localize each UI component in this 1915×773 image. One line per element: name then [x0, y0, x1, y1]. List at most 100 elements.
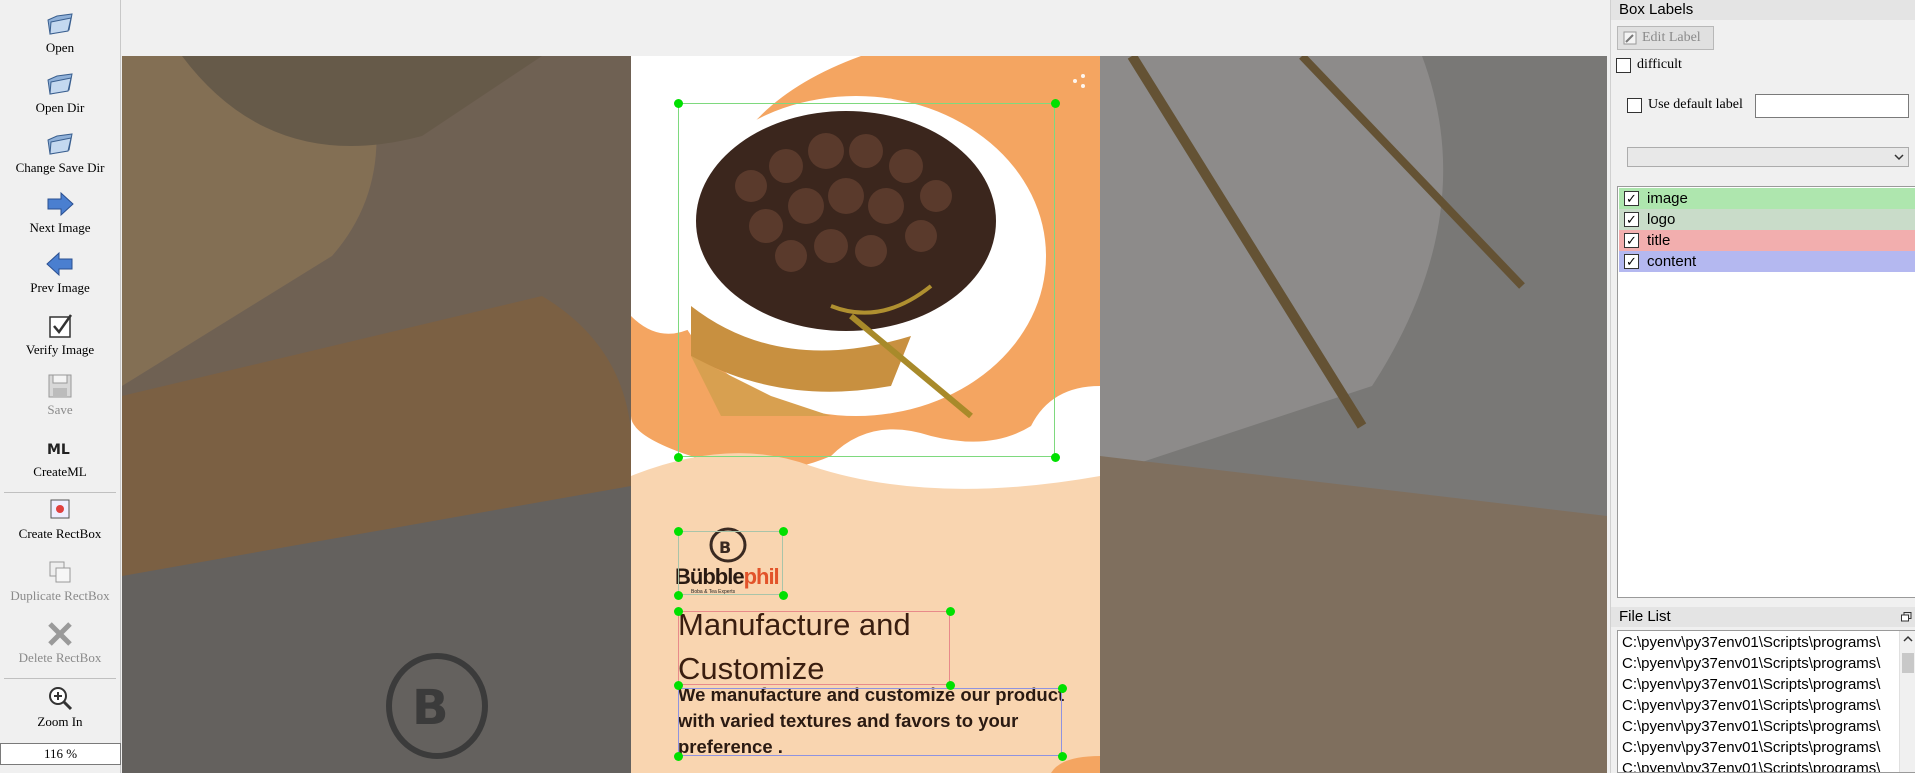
label-row-logo[interactable]: ✓ logo [1619, 209, 1915, 230]
prev-image-label: Prev Image [30, 280, 90, 295]
use-default-label-text: Use default label [1648, 97, 1743, 112]
file-list-item[interactable]: C:\pyenv\py37env01\Scripts\programs\ [1622, 674, 1902, 695]
file-list-item[interactable]: C:\pyenv\py37env01\Scripts\programs\ [1622, 695, 1902, 716]
file-list[interactable]: C:\pyenv\py37env01\Scripts\programs\ C:\… [1617, 630, 1915, 773]
bbox-handle[interactable] [946, 607, 955, 616]
file-list-item[interactable]: C:\pyenv\py37env01\Scripts\programs\ [1622, 758, 1902, 772]
right-dock-panel: Box Labels Edit Label difficult Use defa… [1610, 0, 1915, 773]
bbox-handle[interactable] [946, 681, 955, 690]
image-canvas[interactable]: B B Bübblephil Boba & Tea Experts Manufa… [122, 0, 1607, 773]
bbox-logo[interactable] [678, 531, 783, 595]
check-icon[interactable]: ✓ [1624, 254, 1639, 269]
open-label: Open [45, 40, 75, 55]
delete-rectbox-button[interactable]: Delete RectBox [0, 620, 120, 666]
zoom-in-button[interactable]: Zoom In [0, 684, 120, 730]
create-rectbox-button[interactable]: Create RectBox [0, 496, 120, 542]
label-name: logo [1647, 211, 1676, 228]
arrow-right-icon [47, 191, 74, 217]
open-button[interactable]: Open [0, 10, 120, 56]
createml-format-icon: ML [47, 442, 70, 458]
bbox-handle[interactable] [1051, 453, 1060, 462]
checkbox-verify-icon [49, 314, 73, 338]
zoom-level-spinbox[interactable]: 116 % [0, 743, 121, 765]
bbox-handle[interactable] [1058, 684, 1067, 693]
float-dock-icon[interactable] [1901, 612, 1912, 622]
canvas-dim-overlay [122, 56, 631, 773]
save-button[interactable]: Save [0, 372, 120, 418]
bbox-handle[interactable] [1058, 752, 1067, 761]
next-image-label: Next Image [29, 220, 91, 235]
bbox-handle[interactable] [674, 453, 683, 462]
duplicate-rectbox-button[interactable]: Duplicate RectBox [0, 558, 120, 604]
create-ml-label: CreateML [33, 464, 87, 479]
file-list-scrollbar[interactable] [1899, 631, 1915, 772]
toolbar-divider [4, 678, 116, 679]
chevron-up-icon[interactable] [1903, 635, 1913, 643]
duplicate-rectbox-label: Duplicate RectBox [10, 588, 110, 603]
check-icon[interactable]: ✓ [1624, 212, 1639, 227]
box-label-list[interactable]: ✓ image ✓ logo ✓ title ✓ content [1617, 186, 1915, 598]
folder-icon [47, 73, 73, 95]
bbox-handle[interactable] [674, 591, 683, 600]
verify-image-label: Verify Image [25, 342, 95, 357]
chevron-down-icon [1894, 154, 1904, 161]
label-row-title[interactable]: ✓ title [1619, 230, 1915, 251]
canvas-dim-overlay [1100, 56, 1607, 773]
bbox-handle[interactable] [779, 591, 788, 600]
label-row-content[interactable]: ✓ content [1619, 251, 1915, 272]
folder-open-icon [47, 13, 73, 35]
edit-pencil-icon [1623, 31, 1637, 45]
zoom-in-label: Zoom In [37, 714, 83, 729]
bbox-image[interactable] [678, 103, 1055, 457]
bbox-handle[interactable] [674, 527, 683, 536]
floppy-disk-icon [48, 374, 72, 398]
create-rectbox-icon [50, 499, 70, 519]
file-list-title: File List [1611, 607, 1915, 627]
left-toolbar: Open Open Dir Change Save Dir Next Image… [0, 0, 121, 773]
svg-text:ML: ML [47, 442, 70, 458]
bbox-title[interactable] [678, 611, 950, 685]
use-default-label-checkbox[interactable] [1627, 98, 1642, 113]
label-combo-box[interactable] [1627, 147, 1909, 167]
change-save-dir-button[interactable]: Change Save Dir [0, 130, 120, 176]
difficult-label: difficult [1637, 57, 1682, 72]
next-image-button[interactable]: Next Image [0, 190, 120, 236]
save-label: Save [47, 402, 73, 417]
bbox-handle[interactable] [674, 607, 683, 616]
bbox-handle[interactable] [779, 527, 788, 536]
label-row-image[interactable]: ✓ image [1619, 188, 1915, 209]
file-list-item[interactable]: C:\pyenv\py37env01\Scripts\programs\ [1622, 737, 1902, 758]
magnifier-zoom-in-icon [49, 687, 73, 711]
box-labels-title: Box Labels [1611, 0, 1915, 20]
verify-image-button[interactable]: Verify Image [0, 312, 120, 358]
difficult-checkbox[interactable] [1616, 58, 1631, 73]
bbox-handle[interactable] [674, 99, 683, 108]
default-label-input[interactable] [1755, 94, 1909, 118]
bbox-handle[interactable] [674, 752, 683, 761]
create-ml-button[interactable]: ML CreateML [0, 434, 120, 480]
arrow-left-icon [46, 251, 73, 277]
create-rectbox-label: Create RectBox [18, 526, 102, 541]
check-icon[interactable]: ✓ [1624, 191, 1639, 206]
open-dir-button[interactable]: Open Dir [0, 70, 120, 116]
prev-image-button[interactable]: Prev Image [0, 250, 120, 296]
bbox-handle[interactable] [1051, 99, 1060, 108]
scrollbar-thumb[interactable] [1902, 653, 1914, 673]
poster-image: B Bübblephil Boba & Tea Experts Manufact… [631, 56, 1100, 773]
file-list-item[interactable]: C:\pyenv\py37env01\Scripts\programs\ [1622, 716, 1902, 737]
edit-label-text: Edit Label [1642, 30, 1701, 45]
file-list-title-text: File List [1619, 608, 1671, 625]
check-icon[interactable]: ✓ [1624, 233, 1639, 248]
delete-x-icon [48, 622, 72, 646]
delete-rectbox-label: Delete RectBox [18, 650, 102, 665]
open-dir-label: Open Dir [35, 100, 85, 115]
file-list-item[interactable]: C:\pyenv\py37env01\Scripts\programs\ [1622, 632, 1902, 653]
bbox-content[interactable] [678, 688, 1062, 756]
label-name: image [1647, 190, 1688, 207]
edit-label-button[interactable]: Edit Label [1617, 26, 1714, 50]
folder-save-icon [47, 133, 73, 155]
file-list-item[interactable]: C:\pyenv\py37env01\Scripts\programs\ [1622, 653, 1902, 674]
labelimg-window: Open Open Dir Change Save Dir Next Image… [0, 0, 1915, 773]
toolbar-divider [4, 492, 116, 493]
bbox-handle[interactable] [674, 681, 683, 690]
